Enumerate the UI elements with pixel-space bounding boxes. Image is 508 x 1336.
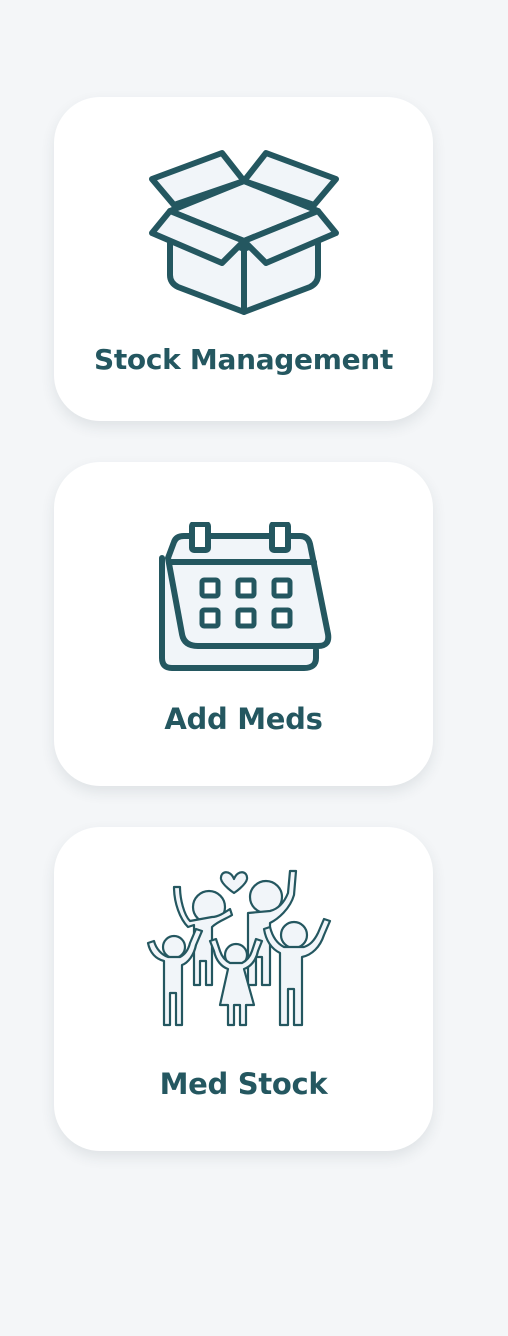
family-icon <box>144 865 344 1040</box>
open-box-icon <box>144 145 344 320</box>
add-meds-label: Add Meds <box>164 702 323 736</box>
stock-management-card[interactable]: Stock Management <box>54 97 433 421</box>
stock-management-label: Stock Management <box>93 343 394 376</box>
calendar-icon <box>154 522 334 672</box>
med-stock-card[interactable]: Med Stock <box>54 827 433 1151</box>
add-meds-card[interactable]: Add Meds <box>54 462 433 786</box>
med-stock-label: Med Stock <box>159 1067 328 1101</box>
